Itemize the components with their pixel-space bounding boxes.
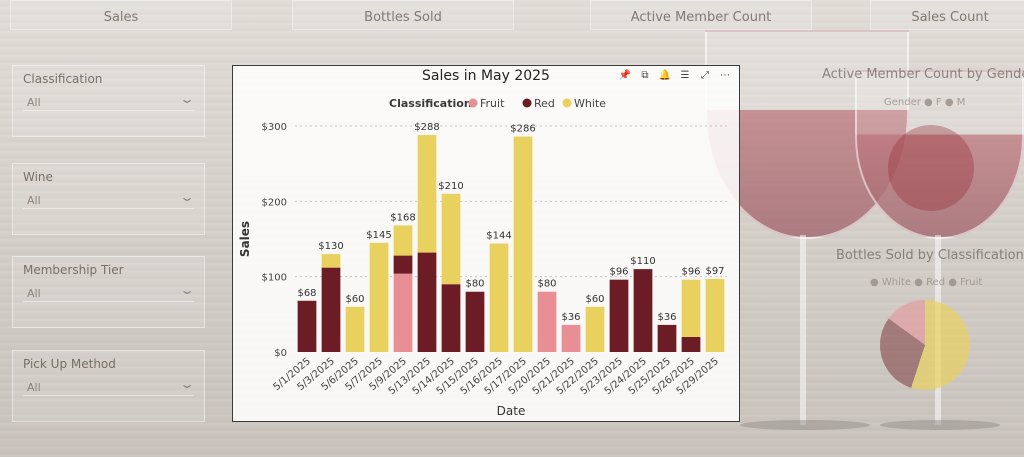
- bar-total-label: $168: [390, 212, 415, 223]
- bar-segment-red: [633, 269, 653, 352]
- slicer-wine[interactable]: Wine All ⌄: [12, 163, 205, 235]
- legend-marker: [562, 98, 572, 108]
- bar-total-label: $210: [438, 181, 463, 192]
- slicer-pick-up-method[interactable]: Pick Up Method All ⌄: [12, 350, 205, 422]
- bar-total-label: $36: [657, 312, 676, 323]
- bar-total-label: $96: [681, 267, 700, 278]
- bar-segment-red: [657, 324, 677, 352]
- bar-segment-white: [321, 254, 341, 268]
- y-tick-label: $0: [274, 348, 287, 359]
- slicer-label: Membership Tier: [23, 263, 124, 277]
- bar-segment-white: [417, 135, 437, 253]
- slicer-membership-tier[interactable]: Membership Tier All ⌄: [12, 256, 205, 328]
- slicer-label: Classification: [23, 72, 103, 86]
- bar-segment-fruit: [537, 291, 557, 352]
- bar-segment-white: [489, 243, 509, 352]
- slicer-underline: [23, 301, 194, 302]
- bar-segment-red: [393, 255, 413, 274]
- legend-marker: [468, 98, 478, 108]
- legend-item: Red: [534, 97, 555, 110]
- kpi-card-sales[interactable]: Sales: [10, 0, 232, 30]
- bar-total-label: $97: [705, 266, 724, 277]
- bar-segment-white: [393, 225, 413, 256]
- bar-segment-white: [513, 136, 533, 352]
- bar-segment-red: [417, 252, 437, 352]
- chevron-down-icon[interactable]: ⌄: [179, 190, 195, 204]
- bar-total-label: $60: [585, 294, 604, 305]
- bar-total-label: $36: [561, 312, 580, 323]
- chevron-down-icon[interactable]: ⌄: [179, 377, 195, 391]
- kpi-card-bottles-sold[interactable]: Bottles Sold: [292, 0, 514, 30]
- kpi-label: Active Member Count: [630, 10, 772, 25]
- y-tick-label: $300: [262, 122, 287, 133]
- bar-total-label: $80: [465, 279, 484, 290]
- bar-segment-red: [297, 300, 317, 352]
- bottles-donut-chart[interactable]: [880, 300, 970, 390]
- bar-segment-white: [441, 193, 461, 285]
- classification-legend: ● White ● Red ● Fruit: [870, 277, 983, 288]
- legend-marker: [522, 98, 532, 108]
- chevron-down-icon[interactable]: ⌄: [179, 92, 195, 106]
- bar-segment-red: [609, 279, 629, 352]
- slicer-label: Wine: [23, 170, 53, 184]
- chevron-down-icon[interactable]: ⌄: [179, 283, 195, 297]
- bar-segment-white: [345, 306, 365, 352]
- bar-segment-red: [321, 267, 341, 352]
- slicer-value[interactable]: All: [27, 96, 41, 109]
- bar-total-label: $68: [297, 288, 316, 299]
- bar-segment-fruit: [393, 273, 413, 352]
- y-tick-label: $100: [262, 273, 287, 284]
- kpi-label: Sales: [103, 10, 139, 25]
- bar-total-label: $288: [414, 122, 439, 133]
- slicer-classification[interactable]: Classification All ⌄: [12, 65, 205, 137]
- x-axis-title: Date: [497, 404, 526, 418]
- y-tick-label: $200: [262, 197, 287, 208]
- gender-legend: Gender ● F ● M: [884, 97, 966, 108]
- slicer-label: Pick Up Method: [23, 357, 116, 371]
- y-axis-title: Sales: [238, 221, 252, 257]
- kpi-card-active-member-count[interactable]: Active Member Count: [590, 0, 812, 30]
- kpi-card-sales-count[interactable]: Sales Count: [870, 0, 1024, 30]
- slicer-value[interactable]: All: [27, 287, 41, 300]
- slicer-value[interactable]: All: [27, 194, 41, 207]
- bar-total-label: $110: [630, 256, 655, 267]
- bar-segment-white: [681, 279, 701, 337]
- bar-total-label: $60: [345, 294, 364, 305]
- legend-item: White: [574, 97, 606, 110]
- member-count-chart-title: Active Member Count by Gender: [822, 67, 1024, 82]
- sales-bar-chart[interactable]: Classification Fruit Red White $0 $100 $200 $30…: [233, 66, 741, 423]
- bar-total-label: $96: [609, 267, 628, 278]
- bar-segment-white: [705, 278, 725, 352]
- bar-segment-red: [681, 336, 701, 352]
- slicer-value[interactable]: All: [27, 381, 41, 394]
- bar-segment-white: [369, 242, 389, 352]
- bar-total-label: $286: [510, 124, 535, 135]
- bar-total-label: $145: [366, 230, 391, 241]
- slicer-underline: [23, 110, 194, 111]
- legend-title: Classification: [389, 97, 472, 110]
- kpi-label: Sales Count: [911, 10, 989, 25]
- sales-chart-card[interactable]: Sales in May 2025 📌 ⧉ 🔔 ☰ ⤢ ⋯ Classifica…: [232, 65, 740, 422]
- bar-segment-white: [585, 306, 605, 352]
- bar-total-label: $144: [486, 231, 511, 242]
- legend-item: Fruit: [480, 97, 505, 110]
- kpi-label: Bottles Sold: [364, 10, 442, 25]
- slicer-underline: [23, 208, 194, 209]
- bar-segment-fruit: [561, 324, 581, 352]
- bar-segment-red: [465, 291, 485, 352]
- member-pie-chart[interactable]: [888, 125, 974, 211]
- bottles-chart-title: Bottles Sold by Classification: [836, 248, 1024, 263]
- bar-segment-red: [441, 284, 461, 352]
- bar-total-label: $80: [537, 279, 556, 290]
- bar-total-label: $130: [318, 241, 343, 252]
- slicer-underline: [23, 395, 194, 396]
